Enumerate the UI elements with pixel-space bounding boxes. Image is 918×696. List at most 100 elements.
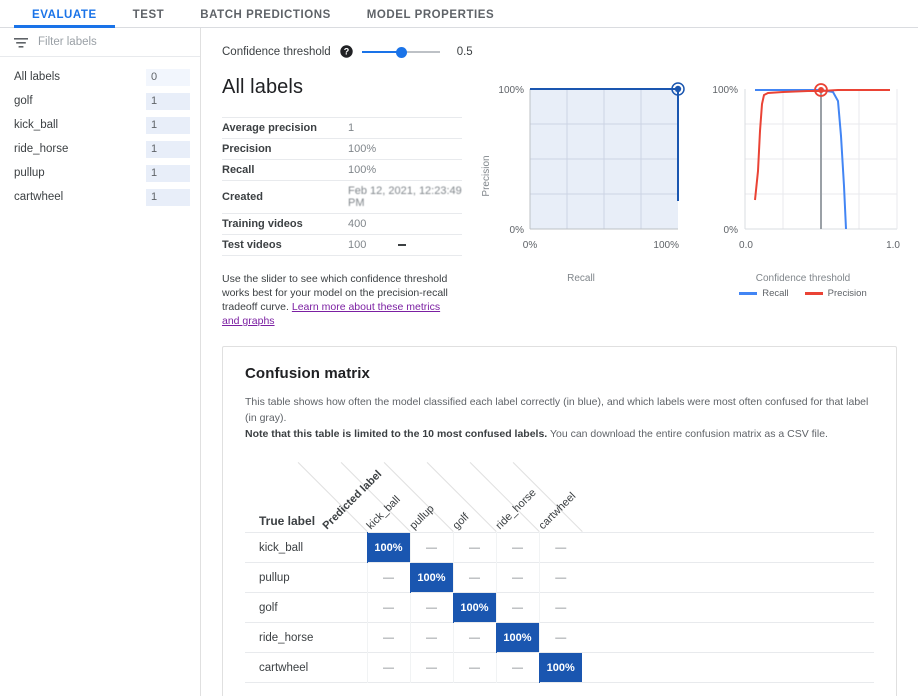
label-name: golf — [14, 95, 33, 107]
metric-value-with-dash: 100 — [348, 235, 462, 256]
slider-help-text: Use the slider to see which confidence t… — [222, 272, 460, 328]
column-header-golf: golf — [450, 510, 472, 532]
metric-key: Created — [222, 191, 263, 203]
svg-text:100%: 100% — [653, 240, 679, 251]
matrix-cell[interactable]: — — [495, 562, 539, 593]
filter-icon — [14, 36, 28, 48]
label-list: All labels 0 golf 1 kick_ball 1 ride_hor… — [0, 57, 200, 209]
label-name: pullup — [14, 167, 45, 179]
true-label-header: True label — [259, 514, 316, 528]
confidence-threshold-row: Confidence threshold ? 0.5 — [201, 28, 918, 64]
legend-swatch-precision — [804, 292, 823, 295]
label-name: cartwheel — [14, 191, 64, 203]
metric-key: Recall — [222, 164, 255, 176]
matrix-cell[interactable]: — — [538, 532, 582, 563]
confusion-matrix-description: This table shows how often the model cla… — [245, 394, 874, 442]
matrix-cell-spacer — [582, 623, 874, 653]
tab-test[interactable]: TEST — [115, 9, 183, 27]
metric-key: Training videos — [222, 218, 303, 230]
table-row: Average precision 1 — [222, 117, 462, 139]
matrix-cell[interactable]: — — [409, 652, 453, 683]
tab-model-properties[interactable]: MODEL PROPERTIES — [349, 9, 512, 27]
matrix-cell-spacer — [582, 593, 874, 623]
sidebar-item-pullup[interactable]: pullup 1 — [0, 161, 200, 185]
slider-thumb[interactable] — [395, 46, 407, 58]
matrix-cell[interactable]: — — [452, 652, 496, 683]
label-count: 1 — [146, 188, 190, 206]
svg-text:1.0: 1.0 — [886, 240, 900, 251]
matrix-cell[interactable]: — — [366, 592, 410, 623]
matrix-cell[interactable]: — — [409, 532, 453, 563]
matrix-cell[interactable]: — — [538, 622, 582, 653]
confidence-threshold-value: 0.5 — [456, 45, 473, 58]
tab-evaluate[interactable]: EVALUATE — [14, 9, 115, 28]
matrix-cell[interactable]: 100% — [452, 592, 496, 623]
matrix-cell[interactable]: — — [452, 562, 496, 593]
sidebar-item-all-labels[interactable]: All labels 0 — [0, 65, 200, 89]
tab-bar: EVALUATE TEST BATCH PREDICTIONS MODEL PR… — [0, 0, 918, 28]
svg-text:Precision: Precision — [481, 155, 492, 196]
metric-value: 400 — [348, 218, 367, 230]
filter-labels-input[interactable] — [38, 36, 178, 48]
table-row[interactable]: golf — — 100% — — — [245, 592, 874, 623]
table-row[interactable]: cartwheel — — — — 100% — [245, 652, 874, 683]
matrix-cell[interactable]: — — [366, 652, 410, 683]
sidebar-item-golf[interactable]: golf 1 — [0, 89, 200, 113]
matrix-cell-spacer — [582, 533, 874, 563]
matrix-cell-spacer — [582, 563, 874, 593]
metrics-table: Average precision 1 Precision 100% Recal… — [222, 117, 462, 256]
help-icon[interactable]: ? — [339, 45, 353, 58]
labels-sidebar: All labels 0 golf 1 kick_ball 1 ride_hor… — [0, 28, 201, 696]
sidebar-item-ride-horse[interactable]: ride_horse 1 — [0, 137, 200, 161]
matrix-cell[interactable]: — — [409, 592, 453, 623]
metric-value: Feb 12, 2021, 12:23:49 PM — [348, 185, 462, 209]
legend-item-precision: Precision — [804, 288, 867, 299]
pr-chart-xlabel: Recall — [567, 273, 595, 284]
table-row: Precision 100% — [222, 139, 462, 160]
sidebar-item-kick-ball[interactable]: kick_ball 1 — [0, 113, 200, 137]
row-label-golf: golf — [259, 601, 278, 614]
metric-key: Average precision — [222, 122, 317, 134]
legend-label: Precision — [827, 288, 867, 299]
matrix-cell[interactable]: 100% — [409, 562, 453, 593]
matrix-cell[interactable]: 100% — [366, 532, 410, 563]
svg-text:100%: 100% — [712, 85, 738, 96]
matrix-cell[interactable]: — — [366, 562, 410, 593]
matrix-cell[interactable]: — — [538, 592, 582, 623]
metrics-column: All labels Average precision 1 Precision… — [222, 76, 466, 328]
matrix-cell[interactable]: — — [495, 652, 539, 683]
matrix-cell[interactable]: 100% — [538, 652, 582, 683]
confidence-threshold-label: Confidence threshold — [222, 45, 331, 58]
label-count: 1 — [146, 116, 190, 134]
svg-text:0%: 0% — [724, 225, 739, 236]
matrix-cell[interactable]: — — [452, 622, 496, 653]
svg-text:?: ? — [343, 47, 349, 57]
matrix-cell[interactable]: — — [366, 622, 410, 653]
row-label-ride-horse: ride_horse — [259, 631, 314, 644]
cm-desc-line-2: Note that this table is limited to the 1… — [245, 426, 874, 442]
sidebar-item-cartwheel[interactable]: cartwheel 1 — [0, 185, 200, 209]
slider-track-filled — [361, 50, 401, 53]
table-row[interactable]: kick_ball 100% — — — — — [245, 532, 874, 563]
table-row[interactable]: pullup — 100% — — — — [245, 562, 874, 593]
metrics-and-charts: All labels Average precision 1 Precision… — [201, 64, 918, 328]
cm-desc-note: Note that this table is limited to the 1… — [245, 428, 548, 440]
matrix-cell[interactable]: — — [452, 532, 496, 563]
matrix-cell-spacer — [582, 653, 874, 683]
label-count: 1 — [146, 92, 190, 110]
table-row[interactable]: ride_horse — — — 100% — — [245, 622, 874, 653]
legend-swatch-recall — [739, 292, 758, 295]
legend-label: Recall — [762, 288, 789, 299]
cm-desc-line-1: This table shows how often the model cla… — [245, 396, 869, 424]
matrix-cell[interactable]: — — [409, 622, 453, 653]
confidence-threshold-slider[interactable] — [361, 45, 440, 59]
tab-batch-predictions[interactable]: BATCH PREDICTIONS — [182, 9, 349, 27]
matrix-cell[interactable]: — — [495, 532, 539, 563]
label-count: 0 — [146, 68, 190, 86]
matrix-cell[interactable]: — — [538, 562, 582, 593]
matrix-cell[interactable]: — — [495, 592, 539, 623]
table-row: Recall 100% — [222, 160, 462, 181]
row-label-kick-ball: kick_ball — [259, 541, 304, 554]
matrix-cell[interactable]: 100% — [495, 622, 539, 653]
page-title: All labels — [222, 76, 304, 98]
